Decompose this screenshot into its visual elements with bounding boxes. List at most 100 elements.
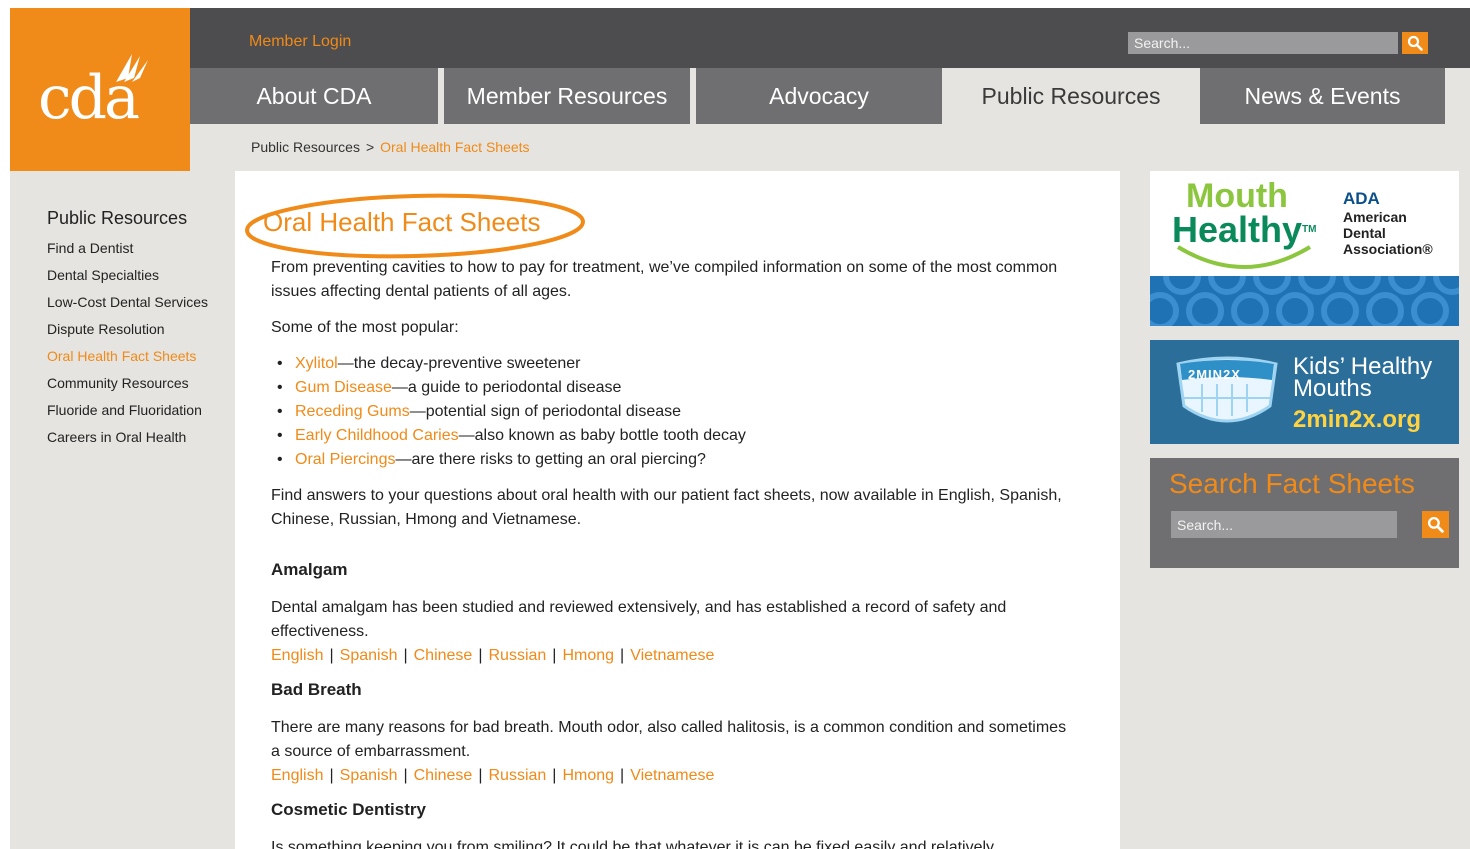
breadcrumb-current[interactable]: Oral Health Fact Sheets: [380, 139, 529, 155]
intro-paragraph: From preventing cavities to how to pay f…: [271, 259, 1058, 300]
lang-separator: |: [329, 767, 334, 784]
mouth-healthy-word1: Mouth: [1186, 177, 1288, 215]
lang-separator: |: [552, 647, 557, 664]
kids-badge: 2MIN2X: [1188, 367, 1241, 382]
site-search-input[interactable]: [1128, 32, 1398, 54]
sidebar-item-fluoride-and-fluoridation[interactable]: Fluoride and Fluoridation: [47, 397, 227, 424]
page: Member Login cda. About CDA Member Resou…: [10, 8, 1470, 849]
fact-sheet-search-button[interactable]: [1422, 511, 1449, 538]
list-item-desc: —a guide to periodontal disease: [391, 379, 622, 396]
list-item-desc: —potential sign of periodontal disease: [409, 403, 682, 420]
lang-link-vietnamese[interactable]: Vietnamese: [630, 647, 714, 664]
lang-separator: |: [403, 767, 408, 784]
nav-tab-member-resources[interactable]: Member Resources: [444, 68, 690, 124]
lang-separator: |: [329, 647, 334, 664]
language-links-bad-breath: English | Spanish | Chinese | Russian | Hmong | Vi…: [271, 764, 1071, 788]
sidebar-item-careers-in-oral-health[interactable]: Careers in Oral Health: [47, 424, 227, 451]
section-heading-amalgam: Amalgam: [271, 560, 348, 579]
kids-healthy-mouths-ad[interactable]: 2MIN2X Kids’ Healthy Mouths 2min2x.org: [1150, 340, 1459, 444]
left-sidebar: Public Resources Find a Dentist Dental S…: [47, 208, 227, 451]
link-xylitol[interactable]: Xylitol: [295, 355, 338, 372]
logo-wordmark: cda.: [38, 63, 140, 133]
link-receding-gums[interactable]: Receding Gums: [295, 403, 410, 420]
search-fact-sheets-box: Search Fact Sheets: [1150, 458, 1459, 568]
link-oral-piercings[interactable]: Oral Piercings: [295, 451, 395, 468]
sidebar-item-community-resources[interactable]: Community Resources: [47, 370, 227, 397]
ada-abbr: ADA: [1343, 189, 1380, 208]
breadcrumb: Public Resources > Oral Health Fact Sheets: [251, 139, 530, 155]
list-item-desc: —also known as baby bottle tooth decay: [458, 427, 746, 444]
smile-icon: [1176, 245, 1312, 269]
lang-link-english[interactable]: English: [271, 647, 323, 664]
main-content: Oral Health Fact Sheets From preventing …: [235, 171, 1120, 849]
lang-separator: |: [478, 647, 483, 664]
sidebar-item-dispute-resolution[interactable]: Dispute Resolution: [47, 316, 227, 343]
lang-link-russian[interactable]: Russian: [488, 647, 546, 664]
nav-tab-public-resources[interactable]: Public Resources: [948, 68, 1194, 124]
member-login-link[interactable]: Member Login: [249, 33, 351, 51]
search-icon: [1427, 516, 1444, 533]
section-heading-bad-breath: Bad Breath: [271, 680, 362, 699]
lang-link-chinese[interactable]: Chinese: [414, 647, 473, 664]
link-early-childhood-caries[interactable]: Early Childhood Caries: [295, 427, 459, 444]
breadcrumb-separator: >: [365, 139, 375, 155]
nav-tab-news-events[interactable]: News & Events: [1200, 68, 1445, 124]
list-item-desc: —the decay-preventive sweetener: [337, 355, 581, 372]
lang-link-spanish[interactable]: Spanish: [340, 647, 398, 664]
lang-link-hmong[interactable]: Hmong: [562, 647, 614, 664]
lang-separator: |: [552, 767, 557, 784]
section-text-amalgam: Dental amalgam has been studied and revi…: [271, 599, 1007, 640]
list-item: Early Childhood Caries—also known as bab…: [271, 424, 1071, 448]
lang-link-english[interactable]: English: [271, 767, 323, 784]
cda-logo[interactable]: cda.: [10, 8, 190, 171]
link-gum-disease[interactable]: Gum Disease: [295, 379, 392, 396]
lang-separator: |: [478, 767, 483, 784]
smiling-teeth-icon: [1176, 356, 1278, 423]
article-body: From preventing cavities to how to pay f…: [271, 256, 1071, 849]
fact-sheet-search-input[interactable]: [1171, 511, 1397, 538]
sidebar-item-oral-health-fact-sheets[interactable]: Oral Health Fact Sheets: [47, 343, 227, 370]
main-nav: About CDA Member Resources Advocacy Publ…: [190, 68, 1450, 124]
list-item: Xylitol—the decay-preventive sweetener: [271, 352, 1071, 376]
page-title: Oral Health Fact Sheets: [263, 207, 541, 237]
mouth-healthy-logo-area: Mouth HealthyTM ADA American Dental Associ…: [1150, 171, 1459, 276]
popular-list: Xylitol—the decay-preventive sweetener G…: [271, 352, 1071, 472]
lang-link-vietnamese[interactable]: Vietnamese: [630, 767, 714, 784]
ada-full-name: American Dental Association®: [1343, 209, 1433, 257]
section-heading-cosmetic-dentistry: Cosmetic Dentistry: [271, 800, 426, 819]
site-search-button[interactable]: [1402, 32, 1428, 54]
lang-link-spanish[interactable]: Spanish: [340, 767, 398, 784]
circle-pattern-icon: [1150, 257, 1459, 326]
sidebar-list: Find a Dentist Dental Specialties Low-Co…: [47, 235, 227, 451]
popular-label: Some of the most popular:: [271, 319, 459, 336]
nav-tab-advocacy[interactable]: Advocacy: [696, 68, 942, 124]
mouth-healthy-pattern: [1150, 257, 1459, 326]
kids-url: 2min2x.org: [1293, 406, 1422, 433]
list-item: Gum Disease—a guide to periodontal disea…: [271, 376, 1071, 400]
search-fact-sheets-heading: Search Fact Sheets: [1169, 468, 1415, 499]
sidebar-item-find-a-dentist[interactable]: Find a Dentist: [47, 235, 227, 262]
search-icon: [1407, 35, 1423, 51]
trademark: TM: [1302, 224, 1317, 235]
lang-link-chinese[interactable]: Chinese: [414, 767, 473, 784]
mouth-healthy-ad[interactable]: Mouth HealthyTM ADA American Dental Associ…: [1150, 171, 1459, 326]
section-text-bad-breath: There are many reasons for bad breath. M…: [271, 719, 1067, 760]
list-item-desc: —are there risks to getting an oral pier…: [395, 451, 706, 468]
lang-separator: |: [620, 647, 625, 664]
kids-headline: Kids’ Healthy Mouths: [1293, 353, 1433, 402]
lang-separator: |: [620, 767, 625, 784]
list-item: Oral Piercings—are there risks to gettin…: [271, 448, 1071, 472]
nav-tab-about-cda[interactable]: About CDA: [190, 68, 438, 124]
lang-link-hmong[interactable]: Hmong: [562, 767, 614, 784]
breadcrumb-parent[interactable]: Public Resources: [251, 139, 360, 155]
lang-separator: |: [403, 647, 408, 664]
sidebar-item-low-cost-dental-services[interactable]: Low-Cost Dental Services: [47, 289, 227, 316]
sidebar-item-dental-specialties[interactable]: Dental Specialties: [47, 262, 227, 289]
top-bar: Member Login: [10, 8, 1470, 68]
list-item: Receding Gums—potential sign of periodon…: [271, 400, 1071, 424]
answers-paragraph: Find answers to your questions about ora…: [271, 487, 1062, 528]
sidebar-heading[interactable]: Public Resources: [47, 208, 227, 229]
language-links-amalgam: English | Spanish | Chinese | Russian | Hmong | Vi…: [271, 644, 1071, 668]
lang-link-russian[interactable]: Russian: [488, 767, 546, 784]
section-text-cosmetic-dentistry: Is something keeping you from smiling? I…: [271, 839, 995, 849]
